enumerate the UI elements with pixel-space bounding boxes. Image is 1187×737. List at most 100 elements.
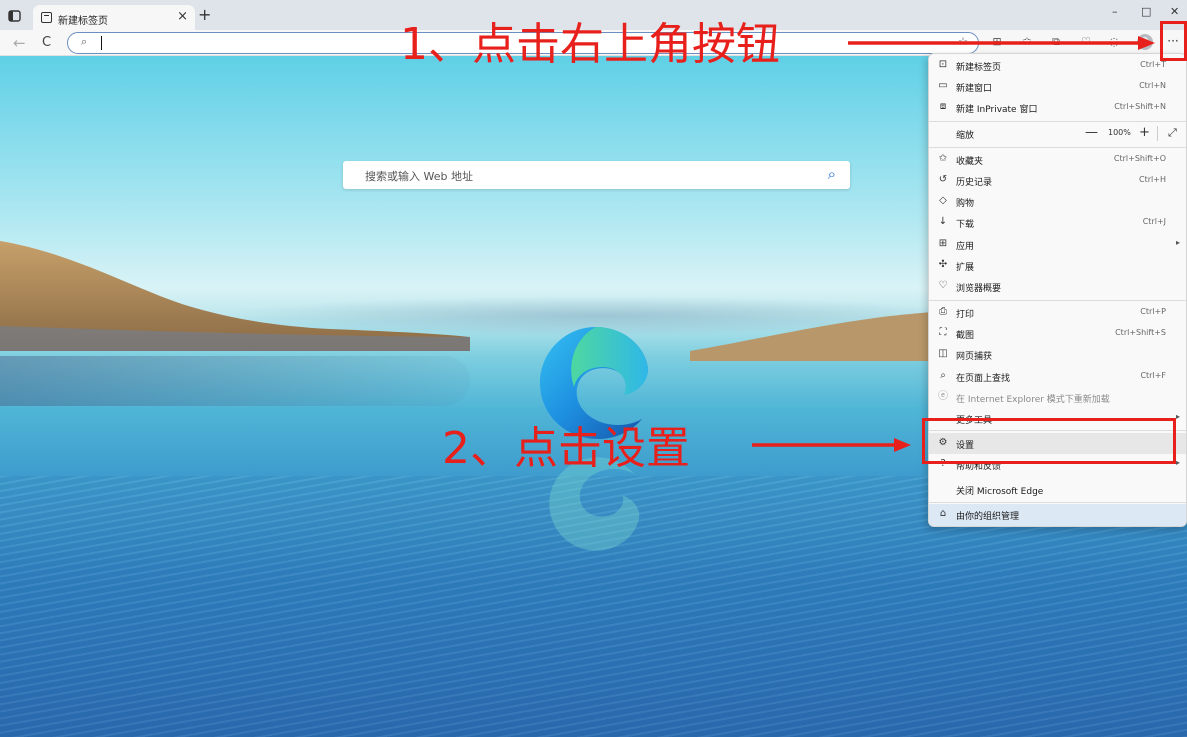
menu-item-web-capture[interactable]: ◫ 网页捕获 [929, 344, 1186, 365]
menu-label: 打印 [956, 310, 975, 320]
new-window-icon: ▭ [938, 80, 948, 91]
menu-label: 截图 [956, 331, 975, 341]
apps-icon: ⊞ [938, 238, 948, 249]
menu-label: 缩放 [956, 131, 975, 141]
menu-shortcut: Ctrl+Shift+N [1114, 102, 1166, 111]
printer-icon: ⎙ [939, 306, 947, 317]
zoom-out-button[interactable]: — [1085, 125, 1098, 140]
refresh-button[interactable]: C [42, 35, 51, 50]
annotation-step-2: 2、点击设置 [442, 423, 690, 474]
menu-label: 应用 [956, 242, 975, 252]
reflection-shore [0, 356, 470, 406]
search-icon[interactable]: ⌕ [828, 165, 836, 183]
menu-item-new-inprivate[interactable]: ⧈ 新建 InPrivate 窗口 Ctrl+Shift+N [929, 97, 1186, 118]
maximize-button[interactable]: □ [1141, 5, 1151, 18]
profile-avatar[interactable] [1137, 34, 1153, 50]
menu-shortcut: Ctrl+T [1140, 60, 1166, 69]
split-screen-icon[interactable]: ⊞ [991, 36, 1003, 48]
annotation-step-1: 1、点击右上角按钮 [400, 19, 780, 70]
menu-item-shopping[interactable]: ◇ 购物 [929, 191, 1186, 212]
menu-divider [929, 121, 1186, 122]
menu-label: 新建 InPrivate 窗口 [956, 105, 1038, 115]
menu-item-managed-by-org[interactable]: ⌂ 由你的组织管理 [929, 504, 1186, 526]
search-icon: ⌕ [81, 35, 88, 48]
menu-shortcut: Ctrl+J [1142, 217, 1166, 226]
menu-item-extensions[interactable]: ✣ 扩展 [929, 255, 1186, 276]
tab-title: 新建标签页 [58, 16, 108, 27]
menu-label: 网页捕获 [956, 352, 993, 362]
minimize-button[interactable]: – [1112, 5, 1118, 18]
menu-item-new-window[interactable]: ▭ 新建窗口 Ctrl+N [929, 76, 1186, 97]
download-icon: ↓ [938, 216, 948, 227]
menu-shortcut: Ctrl+F [1140, 371, 1166, 380]
menu-shortcut: Ctrl+Shift+O [1113, 154, 1166, 163]
ntp-search-box[interactable]: 搜索或输入 Web 地址 ⌕ [343, 161, 850, 189]
new-tab-page-icon [41, 12, 52, 23]
menu-item-downloads[interactable]: ↓ 下载 Ctrl+J [929, 212, 1186, 233]
menu-item-apps[interactable]: ⊞ 应用 ▸ [929, 234, 1186, 255]
menu-item-history[interactable]: ↺ 历史记录 Ctrl+H [929, 170, 1186, 191]
menu-label: 新建窗口 [956, 84, 993, 94]
copilot-icon[interactable]: ◌ [1108, 36, 1120, 48]
menu-label: 在 Internet Explorer 模式下重新加载 [956, 395, 1110, 405]
favorites-icon: ✩ [938, 153, 948, 164]
menu-shortcut: Ctrl+N [1139, 81, 1166, 90]
menu-item-new-tab[interactable]: ⊡ 新建标签页 Ctrl+T [929, 55, 1186, 76]
menu-item-favorites[interactable]: ✩ 收藏夹 Ctrl+Shift+O [929, 149, 1186, 170]
menu-shortcut: Ctrl+Shift+S [1115, 328, 1166, 337]
menu-label: 关闭 Microsoft Edge [956, 487, 1044, 497]
chevron-right-icon: ▸ [1175, 412, 1180, 421]
menu-item-ie-mode: ⓔ 在 Internet Explorer 模式下重新加载 [929, 387, 1186, 408]
menu-divider [929, 147, 1186, 148]
menu-label: 下载 [956, 220, 975, 230]
menu-shortcut: Ctrl+H [1139, 175, 1166, 184]
menu-label: 浏览器概要 [956, 284, 1002, 294]
browser-essentials-icon[interactable]: ♡ [1080, 36, 1092, 48]
menu-label: 收藏夹 [956, 157, 984, 167]
menu-item-screenshot[interactable]: ⛶ 截图 Ctrl+Shift+S [929, 323, 1186, 344]
fullscreen-icon[interactable]: ⤢ [1168, 126, 1177, 140]
tab-actions-icon[interactable] [7, 8, 23, 22]
menu-shortcut: Ctrl+P [1140, 307, 1166, 316]
extensions-icon: ✣ [938, 259, 948, 270]
menu-item-print[interactable]: ⎙ 打印 Ctrl+P [929, 302, 1186, 323]
zoom-divider [1157, 126, 1158, 141]
zoom-in-button[interactable]: + [1139, 125, 1150, 140]
menu-divider [929, 300, 1186, 301]
zoom-level: 100% [1108, 128, 1131, 137]
window-close-button[interactable]: ✕ [1170, 5, 1179, 18]
menu-label: 在页面上查找 [956, 374, 1011, 384]
hill-right-image [690, 311, 950, 361]
annotation-box-settings [922, 418, 1176, 464]
hill-left-image [0, 241, 470, 351]
favorites-icon[interactable]: ✩ [1021, 36, 1033, 48]
tab-close-button[interactable]: × [177, 9, 188, 24]
menu-label: 新建标签页 [956, 63, 1002, 73]
ntp-search-placeholder: 搜索或输入 Web 地址 [365, 170, 473, 183]
history-icon: ↺ [938, 174, 948, 185]
menu-item-find-on-page[interactable]: ⌕ 在页面上查找 Ctrl+F [929, 366, 1186, 387]
menu-label: 历史记录 [956, 178, 993, 188]
menu-label: 由你的组织管理 [956, 512, 1020, 522]
menu-label: 购物 [956, 199, 975, 209]
find-icon: ⌕ [940, 370, 946, 381]
chevron-right-icon: ▸ [1175, 238, 1180, 247]
text-caret [101, 36, 102, 50]
menu-item-close-edge[interactable]: 关闭 Microsoft Edge [929, 479, 1186, 500]
inprivate-icon: ⧈ [939, 101, 947, 112]
favorite-star-icon[interactable]: ☆ [957, 36, 969, 48]
ie-icon: ⓔ [938, 391, 948, 402]
chevron-right-icon: ▸ [1175, 458, 1180, 467]
back-button[interactable]: ← [13, 34, 26, 52]
menu-item-browser-essentials[interactable]: ♡ 浏览器概要 [929, 276, 1186, 297]
screenshot-icon: ⛶ [939, 327, 947, 338]
shopping-tag-icon: ◇ [939, 195, 947, 206]
tab-new-tab[interactable]: 新建标签页 × [33, 5, 195, 31]
briefcase-icon: ⌂ [939, 508, 947, 519]
menu-label: 扩展 [956, 263, 975, 273]
web-capture-icon: ◫ [938, 348, 948, 359]
annotation-box-more-button [1160, 21, 1187, 61]
heart-pulse-icon: ♡ [938, 280, 948, 291]
collections-icon[interactable]: ⧉ [1050, 36, 1062, 48]
new-tab-button[interactable]: + [198, 7, 211, 23]
